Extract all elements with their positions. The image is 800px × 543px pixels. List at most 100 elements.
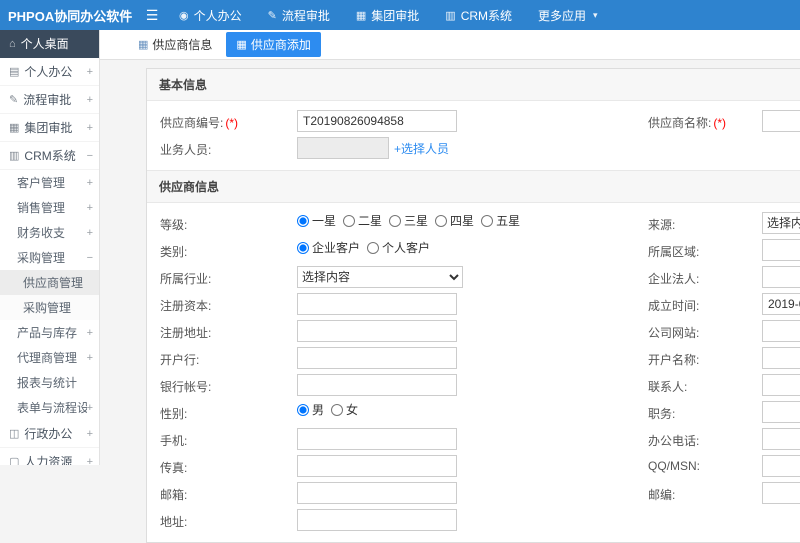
expander-icon[interactable]: + (87, 352, 93, 364)
topmenu-item-3[interactable]: ▥ CRM系统 (432, 0, 525, 30)
field-input[interactable] (297, 320, 457, 342)
form-row: 等级: 一星 二星 三星 四星 五星 来源: 选择内容 (147, 210, 800, 237)
field-select[interactable]: 选择内容 (297, 266, 463, 288)
field-control (762, 374, 800, 396)
sidebar-item-0[interactable]: ⌂ 个人桌面 (0, 30, 99, 58)
expander-icon[interactable]: + (87, 122, 93, 134)
tab-0[interactable]: ▦ 供应商信息 (132, 32, 218, 57)
field-input[interactable] (762, 374, 800, 396)
field-input[interactable] (762, 110, 800, 132)
radio-option[interactable]: 三星 (389, 212, 428, 229)
field-control (297, 509, 648, 531)
flow-icon: ✎ (267, 9, 277, 22)
sidebar-item-label: 集团审批 (24, 121, 73, 135)
radio-input[interactable] (367, 241, 380, 254)
content-area: ▦供应商信息▦供应商添加 基本信息供应商编号:(*)供应商名称:(*)业务人员:… (100, 30, 800, 543)
radio-input[interactable] (331, 403, 344, 416)
field-control (297, 374, 648, 396)
radio-option[interactable]: 个人客户 (367, 239, 430, 256)
expander-icon[interactable]: + (87, 94, 93, 106)
sidebar-item-9[interactable]: 供应商管理 (0, 270, 99, 295)
sidebar-item-8[interactable]: 采购管理 − (0, 245, 99, 270)
field-input[interactable] (762, 428, 800, 450)
field-input[interactable] (297, 428, 457, 450)
radio-input[interactable] (343, 214, 356, 227)
sidebar-item-3[interactable]: ▦ 集团审批 + (0, 114, 99, 142)
field-input[interactable] (762, 293, 800, 315)
expander-icon[interactable]: + (87, 402, 93, 414)
field-input[interactable] (297, 509, 457, 531)
expander-icon[interactable]: + (87, 327, 93, 339)
radio-option[interactable]: 女 (331, 401, 358, 418)
sidebar-item-label: 流程审批 (23, 93, 72, 107)
sidebar-item-14[interactable]: 表单与流程设置+ (0, 395, 99, 420)
sidebar-item-1[interactable]: ▤ 个人办公 + (0, 58, 99, 86)
topmenu-item-4[interactable]: 更多应用 ▾ (525, 0, 611, 30)
sidebar-item-11[interactable]: 产品与库存 + (0, 320, 99, 345)
field-input[interactable] (762, 266, 800, 288)
field-input[interactable] (762, 347, 800, 369)
radio-option[interactable]: 企业客户 (297, 239, 360, 256)
sidebar-item-label: 行政办公 (24, 427, 73, 441)
field-input[interactable] (297, 374, 457, 396)
radio-input[interactable] (297, 241, 309, 254)
radio-label: 个人客户 (382, 241, 431, 255)
sidebar-item-6[interactable]: 销售管理 + (0, 195, 99, 220)
field-control (297, 320, 648, 342)
radio-input[interactable] (297, 214, 309, 227)
tab-1[interactable]: ▦ 供应商添加 (226, 32, 321, 57)
radio-option[interactable]: 男 (297, 401, 324, 418)
radio-input[interactable] (435, 214, 448, 227)
required-mark: (*) (713, 116, 727, 130)
field-input[interactable] (297, 293, 457, 315)
field-input[interactable] (762, 401, 800, 423)
expander-icon[interactable]: + (87, 177, 93, 189)
expander-icon[interactable]: + (87, 428, 93, 440)
form-row: 注册资本: 成立时间: (147, 291, 800, 318)
sidebar-item-5[interactable]: 客户管理 + (0, 170, 99, 195)
sidebar-item-4[interactable]: ▥ CRM系统 − (0, 142, 99, 170)
field-input[interactable] (297, 482, 457, 504)
hamburger-icon[interactable]: ☰ (138, 7, 166, 24)
field-input[interactable] (762, 455, 800, 477)
select-person-link[interactable]: +选择人员 (394, 140, 449, 157)
radio-option[interactable]: 二星 (343, 212, 382, 229)
radio-input[interactable] (481, 214, 494, 227)
radio-option[interactable]: 一星 (297, 212, 336, 229)
field-input[interactable] (297, 347, 457, 369)
sidebar-item-16[interactable]: ▢ 人力资源 + (0, 448, 99, 465)
expander-icon[interactable]: + (87, 456, 93, 466)
field-label: 传真: (160, 461, 188, 475)
sidebar-item-12[interactable]: 代理商管理 + (0, 345, 99, 370)
sidebar-item-10[interactable]: 采购管理 (0, 295, 99, 320)
sidebar-item-15[interactable]: ◫ 行政办公 + (0, 420, 99, 448)
picker-input[interactable] (297, 137, 389, 159)
expander-icon[interactable]: − (87, 252, 93, 264)
radio-input[interactable] (389, 214, 402, 227)
sidebar-item-label: 代理商管理 (17, 351, 78, 365)
radio-option[interactable]: 四星 (435, 212, 474, 229)
field-input[interactable] (762, 239, 800, 261)
topmenu-item-1[interactable]: ✎ 流程审批 (255, 0, 343, 30)
field-input[interactable] (297, 455, 457, 477)
sidebar-item-2[interactable]: ✎ 流程审批 + (0, 86, 99, 114)
expander-icon[interactable]: + (87, 202, 93, 214)
field-select[interactable]: 选择内容 (762, 212, 800, 234)
sidebar-item-13[interactable]: 报表与统计 (0, 370, 99, 395)
topmenu-item-0[interactable]: ◉ 个人办公 (166, 0, 255, 30)
expander-icon[interactable]: − (87, 150, 93, 162)
topmenu-item-2[interactable]: ▦ 集团审批 (343, 0, 432, 30)
field-input[interactable] (297, 110, 457, 132)
radio-option[interactable]: 五星 (481, 212, 520, 229)
field-control: +选择人员 (297, 137, 648, 159)
field-input[interactable] (762, 482, 800, 504)
sidebar: ⌂ 个人桌面 ▤ 个人办公 + ✎ 流程审批 + ▦ 集团审批 + ▥ CRM系统 − 客户管理 + 销售管理 +… (0, 30, 100, 465)
sidebar-item-label: 人力资源 (24, 455, 73, 465)
radio-input[interactable] (297, 403, 309, 416)
form-row: 传真: QQ/MSN: (147, 453, 800, 480)
topmenu-item-label: 流程审批 (281, 8, 330, 23)
field-input[interactable] (762, 320, 800, 342)
sidebar-item-7[interactable]: 财务收支 + (0, 220, 99, 245)
expander-icon[interactable]: + (87, 66, 93, 78)
expander-icon[interactable]: + (87, 227, 93, 239)
